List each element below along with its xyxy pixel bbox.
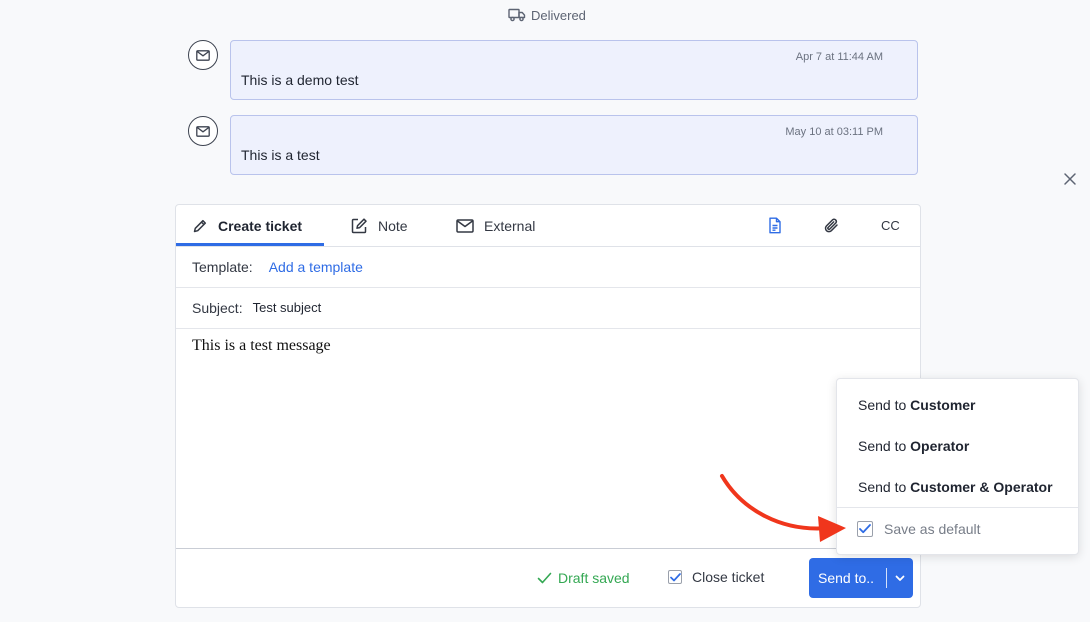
composer-footer: Draft saved Close ticket Send to..	[176, 548, 920, 608]
delivery-status-label: Delivered	[531, 7, 586, 23]
close-ticket-checkbox[interactable]: Close ticket	[668, 569, 764, 585]
option-prefix: Send to	[858, 438, 911, 454]
send-to-operator-option[interactable]: Send to Operator	[858, 438, 969, 454]
send-to-customer-option[interactable]: Send to Customer	[858, 397, 976, 413]
close-ticket-label: Close ticket	[692, 569, 765, 585]
annotation-arrow-icon	[712, 470, 852, 550]
send-to-customer-operator-option[interactable]: Send to Customer & Operator	[858, 479, 1053, 495]
message-bubble: May 10 at 03:11 PM This is a test	[230, 115, 918, 175]
save-as-default-checkbox[interactable]: Save as default	[857, 521, 981, 537]
subject-row: Subject: Test subject	[176, 287, 920, 329]
send-to-label: Send to..	[818, 570, 875, 586]
option-target: Customer	[910, 397, 976, 413]
cc-button[interactable]: CC	[881, 218, 900, 233]
check-icon	[537, 572, 552, 584]
dropdown-divider	[837, 507, 1078, 508]
paperclip-icon[interactable]	[823, 217, 840, 234]
message-timestamp: May 10 at 03:11 PM	[785, 126, 883, 138]
tab-label: Create ticket	[218, 217, 303, 234]
message-timestamp: Apr 7 at 11:44 AM	[795, 51, 883, 63]
tab-label: External	[484, 217, 536, 234]
save-as-default-label: Save as default	[884, 521, 981, 537]
chevron-down-icon[interactable]	[894, 572, 906, 584]
message-bubble: Apr 7 at 11:44 AM This is a demo test	[230, 40, 918, 100]
tab-create-ticket[interactable]: Create ticket	[192, 205, 302, 246]
delivery-status: Delivered	[508, 6, 586, 24]
message-avatar	[188, 116, 218, 146]
send-to-button[interactable]: Send to..	[809, 558, 913, 598]
composer-tabs: Create ticket Note External CC	[176, 205, 920, 247]
option-target: Operator	[910, 438, 970, 454]
tab-external[interactable]: External	[456, 205, 535, 246]
checkbox[interactable]	[668, 570, 682, 584]
message-avatar	[188, 40, 218, 70]
subject-input[interactable]: Test subject	[253, 300, 322, 315]
template-label: Template:	[192, 258, 253, 275]
button-separator	[886, 568, 887, 588]
message-text: This is a demo test	[241, 72, 359, 88]
message-text: This is a test	[241, 147, 320, 163]
draft-status: Draft saved	[537, 570, 630, 586]
edit-icon	[350, 217, 368, 235]
truck-icon	[508, 8, 526, 22]
message-body-editor[interactable]: This is a test message	[192, 337, 331, 355]
subject-label: Subject:	[192, 299, 243, 316]
tab-note[interactable]: Note	[350, 205, 408, 246]
checkbox[interactable]	[857, 521, 873, 537]
template-row: Template: Add a template	[176, 246, 920, 288]
document-icon[interactable]	[767, 217, 783, 234]
close-icon[interactable]	[1062, 171, 1078, 187]
mail-icon	[456, 218, 474, 233]
add-template-link[interactable]: Add a template	[269, 259, 363, 275]
mail-icon	[196, 125, 210, 137]
draft-status-label: Draft saved	[558, 570, 630, 586]
pencil-icon	[192, 218, 208, 234]
option-prefix: Send to	[858, 397, 911, 413]
mail-icon	[196, 49, 210, 61]
option-target: Customer & Operator	[910, 479, 1053, 495]
option-prefix: Send to	[858, 479, 911, 495]
tab-label: Note	[378, 217, 408, 234]
send-to-dropdown: Send to Customer Send to Operator Send t…	[836, 378, 1079, 555]
